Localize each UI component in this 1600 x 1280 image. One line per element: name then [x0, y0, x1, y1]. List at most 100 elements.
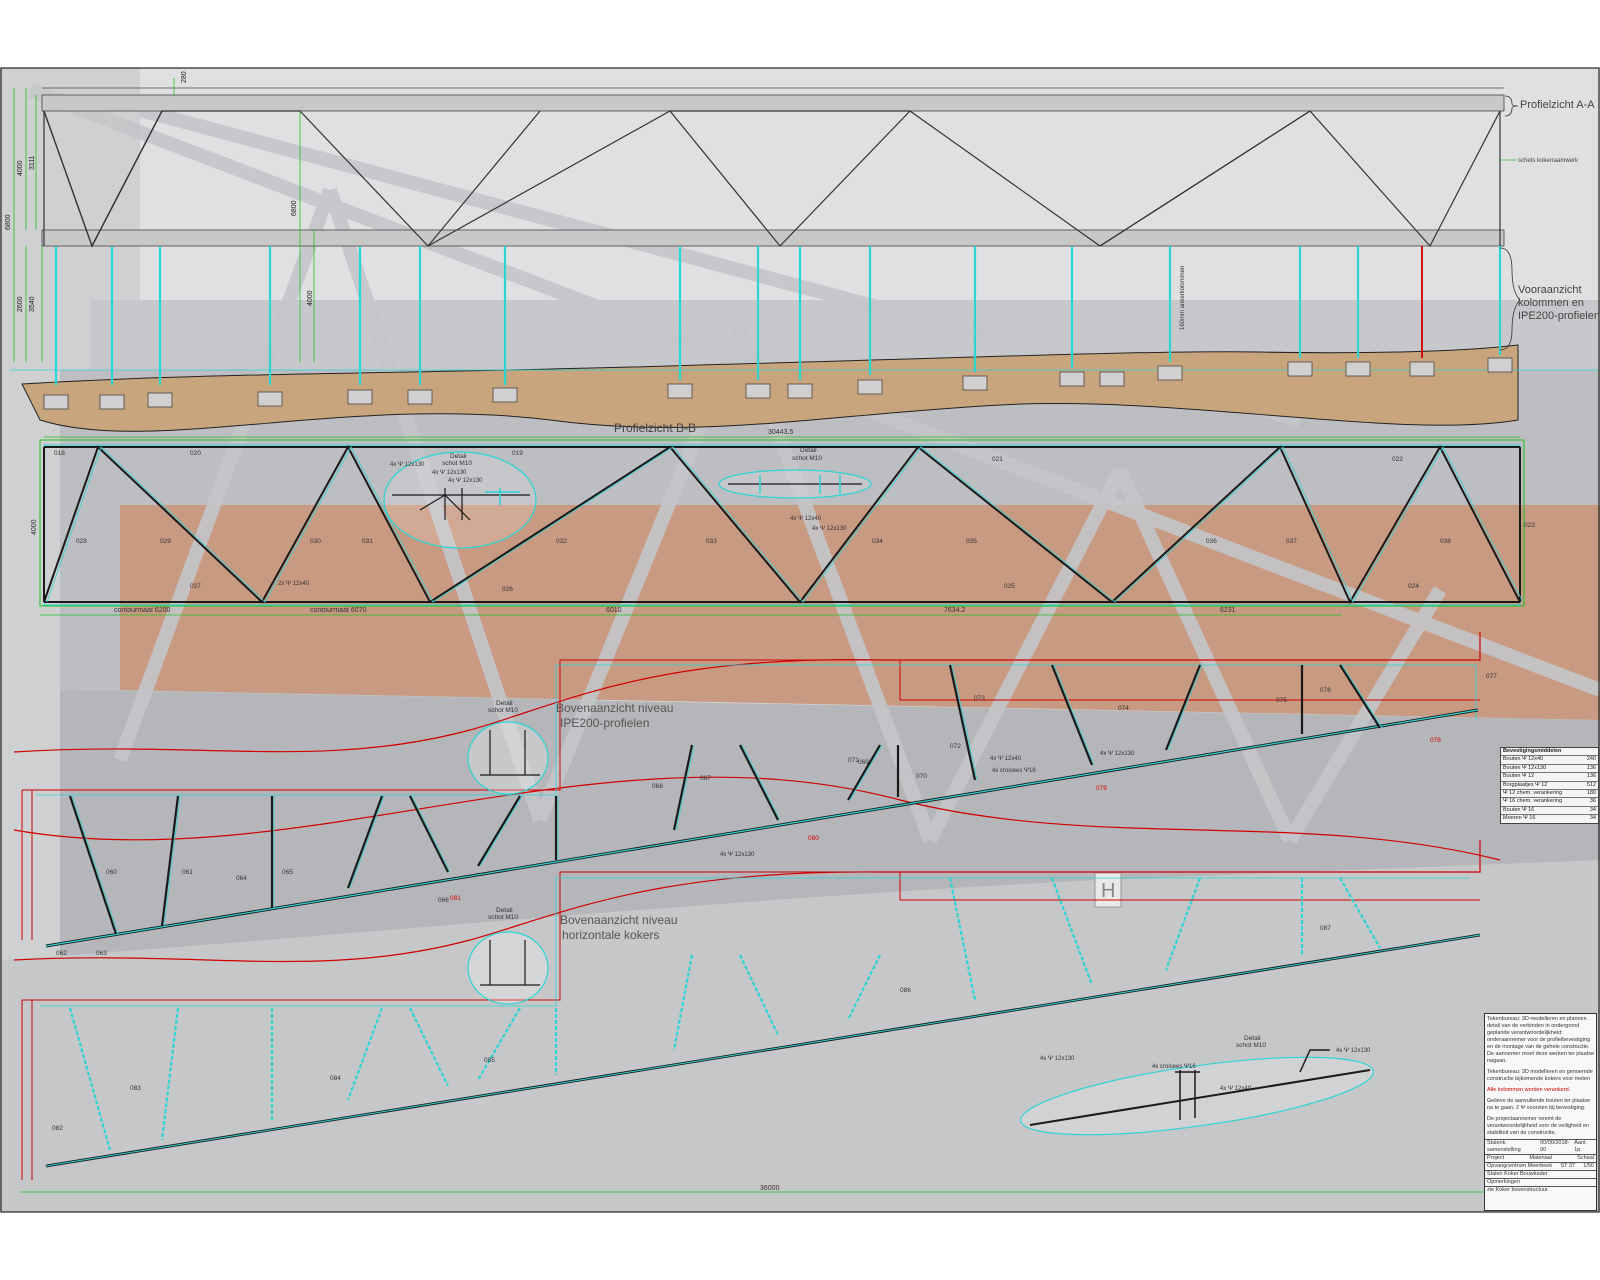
bolt-note-3: 4x Ψ 12x130 [448, 478, 483, 484]
tb-subject: Stalen Koker Bouwkader [1487, 1171, 1548, 1177]
dim-seg3: 6010 [606, 607, 622, 614]
dim-4000: 4000 [17, 160, 24, 176]
detail3-line1: Detail [496, 700, 513, 707]
dim-seg2: contourmaat 6070 [310, 607, 367, 614]
tb-scale-label: Schaal [1577, 1155, 1594, 1161]
svg-text:H: H [1101, 880, 1115, 902]
title-notes-2: Tekenbureau: 3D modelleren en genoemde c… [1487, 1069, 1593, 1082]
label-034: 034 [872, 538, 883, 545]
plan-koker-line1: Bovenaanzicht niveau [560, 913, 677, 927]
label-032: 032 [556, 538, 567, 545]
dim-6800b: 6800 [291, 200, 298, 216]
label-028: 028 [76, 538, 87, 545]
detail4-line2: schot M10 [488, 914, 518, 921]
label-087: 087 [1320, 925, 1331, 932]
tb-material-label: Materiaal [1529, 1155, 1552, 1161]
label-081: 081 [450, 895, 461, 902]
tb-scale: 1/50 [1583, 1163, 1594, 1169]
label-036: 036 [1206, 538, 1217, 545]
tb-label: Stalenk. samenstelling [1487, 1140, 1521, 1153]
label-019: 019 [512, 450, 523, 457]
dim-bb-height: 4000 [31, 519, 38, 535]
bolt-note-5: 4x Ψ 12x40 [790, 516, 822, 522]
label-021: 021 [992, 456, 1003, 463]
detail-bubble-4 [467, 931, 549, 1005]
detail-bubble-3 [467, 721, 549, 795]
label-024: 024 [1408, 583, 1419, 590]
detail5-line2: schot M10 [1236, 1042, 1266, 1049]
kokerraam-note: schets kokerraamwerk [1518, 158, 1579, 164]
front-title-line3: IPE200-profielen [1518, 310, 1600, 322]
tb-material: ST 37 [1560, 1163, 1575, 1169]
legend-item-name: Borgplaatjes Ψ 12 [1503, 781, 1548, 788]
detail2-line2: schot M10 [792, 455, 822, 462]
profile-bb-title: Profielzicht B-B [614, 421, 696, 435]
tb-remarks-label: Opmerkingen [1487, 1179, 1521, 1185]
dim-4000b: 4000 [307, 290, 314, 306]
label-035: 035 [966, 538, 977, 545]
label-080: 080 [808, 835, 819, 842]
label-029: 029 [160, 538, 171, 545]
dim-6800: 6800 [5, 214, 12, 230]
label-065: 065 [282, 869, 293, 876]
technical-drawing-sheet: H 6800 4000 2600 3111 3540 6800 4000 280… [0, 0, 1600, 1280]
detail5-line1: Detail [1244, 1035, 1261, 1042]
title-notes-3: Gelieve de aanvullende bouten ter plaats… [1487, 1098, 1591, 1111]
tb-remarks: zie Koker bovenstructuur [1487, 1187, 1548, 1193]
label-027: 027 [190, 583, 201, 590]
tb-project-label: Project [1487, 1155, 1505, 1161]
title-row-4: Opmerkingen [1485, 1178, 1596, 1186]
bolt-note-6: 4x Ψ 12x130 [812, 526, 847, 532]
label-033: 033 [706, 538, 717, 545]
legend-item-qty: 136 [1586, 773, 1596, 780]
label-020: 020 [190, 450, 201, 457]
legend-item-name: Bouten Ψ 12x40 [1503, 756, 1544, 763]
label-018: 018 [54, 450, 65, 457]
tb-rev: Aant. 1p [1574, 1140, 1588, 1153]
legend-row: Borgplaatjes Ψ 12 512 [1501, 780, 1598, 789]
label-066: 066 [438, 897, 449, 904]
detail2-line1: Detail [800, 447, 817, 454]
detail1-line1: Detail [450, 453, 467, 460]
label-084: 084 [330, 1075, 341, 1082]
label-064: 064 [236, 875, 247, 882]
column-note: 160mm ankerkolommen [1180, 266, 1186, 330]
plan-koker-line2: horizontale kokers [562, 928, 659, 942]
legend-row: Bouten Ψ 16 34 [1501, 805, 1598, 814]
dim-3540: 3540 [29, 296, 36, 312]
bolt-note-7: 4x Ψ 12x130 [1040, 1056, 1075, 1062]
label-074: 074 [1118, 705, 1129, 712]
bolt-note-4: 2x Ψ 12x40 [278, 581, 310, 587]
legend-row: Moeren Ψ 16 34 [1501, 814, 1598, 822]
legend-item-qty: 136 [1586, 764, 1596, 771]
legend-row: Bouten Ψ 12x40 240 [1501, 755, 1598, 763]
label-070: 070 [916, 773, 927, 780]
label-073: 073 [974, 695, 985, 702]
bolt-note-1: 4x Ψ 12x130 [390, 462, 425, 468]
label-079: 079 [1096, 785, 1107, 792]
bolt-note-3b: 4x Ψ 12x130 [1336, 1048, 1371, 1054]
title-row-2b: Opvangcentrum Meerbeek ST 37 1/50 [1485, 1162, 1596, 1170]
label-078: 078 [1430, 737, 1441, 744]
label-075: 075 [1276, 697, 1287, 704]
label-026: 026 [502, 586, 513, 593]
tb-date: 00/00/2018-00 [1540, 1140, 1570, 1153]
label-076: 076 [1320, 687, 1331, 694]
title-block: Tekenbureau: 3D-modelleren en plannen de… [1484, 1013, 1597, 1211]
front-title-line1: Vooraanzicht [1518, 284, 1582, 296]
dim-total-bb: 30443.5 [768, 429, 793, 436]
legend-item-name: Ψ 16 chem. verankering [1503, 798, 1563, 805]
label-062: 062 [56, 950, 67, 957]
legend-item-qty: 34 [1589, 815, 1596, 822]
legend-row: Ψ 12 chem. verankering 180 [1501, 789, 1598, 797]
bolt-note-8: 4x Ψ 12x130 [1100, 751, 1135, 757]
legend-item-qty: 180 [1586, 790, 1596, 797]
legend-item-qty: 36 [1589, 798, 1596, 805]
label-067: 067 [700, 775, 711, 782]
dim-seg4: 7634.2 [944, 607, 966, 614]
legend-item-qty: 240 [1586, 756, 1596, 763]
dim-seg1: contourmaat 6200 [114, 607, 171, 614]
bolt-note-11: 4x croisees Ψ16 [1152, 1064, 1196, 1070]
dim-2600: 2600 [17, 296, 24, 312]
label-085: 085 [484, 1057, 495, 1064]
